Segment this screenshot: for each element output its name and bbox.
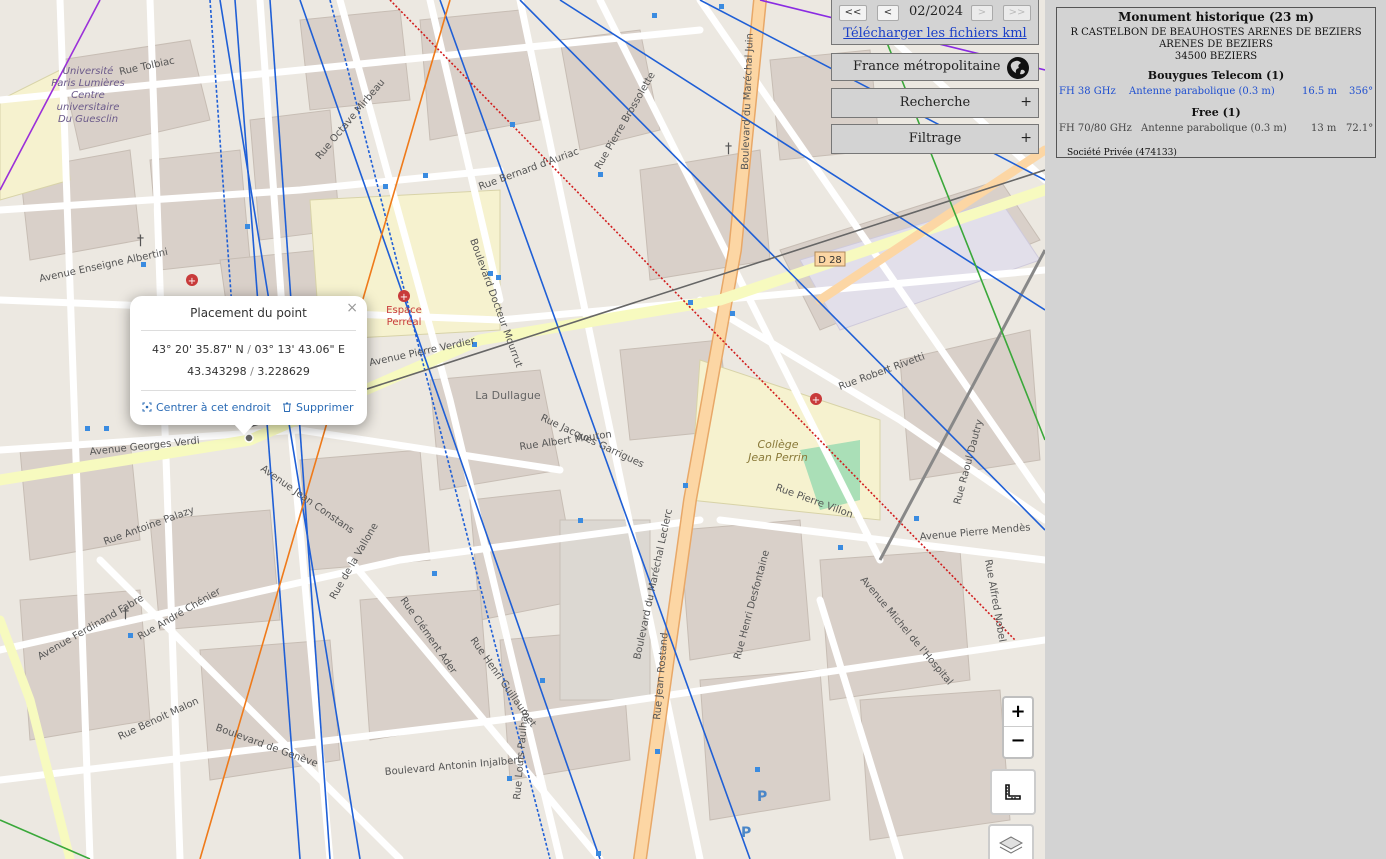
coordinates-decimal: 43.343298 / 3.228629 — [187, 365, 310, 378]
zoom-in-button[interactable]: + — [1004, 698, 1032, 727]
site-owner: Société Privée (474133) — [1067, 148, 1177, 158]
popup-title: Placement du point — [190, 306, 307, 320]
delete-label: Supprimer — [296, 401, 354, 414]
measure-button[interactable] — [990, 769, 1036, 815]
zoom-control: + − — [1002, 696, 1034, 759]
last-period-button[interactable]: >> — [1003, 5, 1031, 21]
zoom-out-button[interactable]: − — [1004, 727, 1032, 756]
divider — [141, 330, 356, 331]
next-period-button[interactable]: > — [971, 5, 993, 21]
search-label: Recherche — [899, 95, 971, 110]
trash-icon — [283, 402, 291, 412]
layers-button[interactable] — [988, 824, 1034, 859]
address-line: 34500 BEZIERS — [1174, 51, 1258, 62]
svg-text:La Dullague: La Dullague — [475, 389, 541, 402]
period-date: 02/2024 — [908, 4, 963, 19]
previous-period-button[interactable]: < — [877, 5, 899, 21]
date-navigation: << < 02/2024 > >> Télécharger les fichie… — [831, 0, 1039, 45]
latitude-dms: 43° 20' 35.87" N — [151, 343, 244, 356]
svg-text:+: + — [400, 292, 408, 303]
antenna-row[interactable]: FH 70/80 GHz Antenne parabolique (0.3 m)… — [1057, 123, 1375, 137]
expand-icon: + — [1020, 94, 1032, 110]
map-view[interactable]: + + + † † † P P Université Paris Lumières… — [0, 0, 1045, 859]
filter-panel-toggle[interactable]: Filtrage + — [831, 124, 1039, 154]
antenna-azimuth: 356° — [1349, 86, 1374, 97]
latitude-decimal: 43.343298 — [187, 365, 247, 378]
center-here-button[interactable]: Centrer à cet endroit — [142, 401, 271, 414]
address-line: ARENES DE BEZIERS — [1159, 39, 1273, 50]
antenna-height: 13 m — [1311, 123, 1337, 134]
expand-icon: + — [1020, 130, 1032, 146]
operator-heading: Free (1) — [1191, 106, 1241, 119]
antenna-azimuth: 72.1° — [1346, 123, 1374, 134]
longitude-decimal: 3.228629 — [257, 365, 310, 378]
antenna-band: FH 70/80 GHz — [1059, 123, 1132, 134]
svg-text:†: † — [725, 141, 732, 157]
ruler-icon — [1005, 784, 1021, 800]
filter-label: Filtrage — [908, 131, 962, 146]
antenna-height: 16.5 m — [1302, 86, 1337, 97]
svg-text:+: + — [188, 276, 196, 287]
layers-icon — [998, 836, 1024, 854]
svg-text:D 28: D 28 — [818, 255, 842, 266]
antenna-type: Antenne parabolique (0.3 m) — [1141, 123, 1287, 134]
point-placement-popup: × Placement du point 43° 20' 35.87" N / … — [130, 296, 367, 425]
divider — [141, 390, 356, 391]
site-info-panel: Monument historique (23 m) R CASTELBON D… — [1056, 7, 1376, 158]
antenna-band: FH 38 GHz — [1059, 86, 1116, 97]
globe-icon[interactable] — [1006, 56, 1030, 80]
region-selector[interactable]: France métropolitaine — [831, 53, 1039, 81]
svg-text:†: † — [137, 233, 144, 249]
svg-text:+: + — [812, 395, 820, 406]
longitude-dms: 03° 13' 43.06" E — [254, 343, 345, 356]
antenna-type: Antenne parabolique (0.3 m) — [1129, 86, 1275, 97]
center-here-label: Centrer à cet endroit — [156, 401, 271, 414]
operator-heading: Bouygues Telecom (1) — [1147, 69, 1285, 82]
coordinates-dms: 43° 20' 35.87" N / 03° 13' 43.06" E — [151, 343, 345, 356]
popup-tip — [233, 423, 255, 435]
first-period-button[interactable]: << — [839, 5, 867, 21]
delete-point-button[interactable]: Supprimer — [282, 401, 354, 414]
crosshair-icon — [142, 402, 152, 412]
svg-text:EspacePerréal: Espace Perréal — [386, 305, 422, 328]
search-panel-toggle[interactable]: Recherche + — [831, 88, 1039, 118]
svg-text:P: P — [757, 789, 767, 805]
address-line: R CASTELBON DE BEAUHOSTES ARENES DE BEZI… — [1070, 27, 1362, 38]
svg-text:P: P — [741, 825, 751, 841]
kml-download-link[interactable]: Télécharger les fichiers kml — [832, 26, 1038, 41]
antenna-row[interactable]: FH 38 GHz Antenne parabolique (0.3 m) 16… — [1057, 86, 1375, 100]
site-title: Monument historique (23 m) — [1118, 10, 1314, 24]
region-label: France métropolitaine — [853, 59, 1001, 74]
